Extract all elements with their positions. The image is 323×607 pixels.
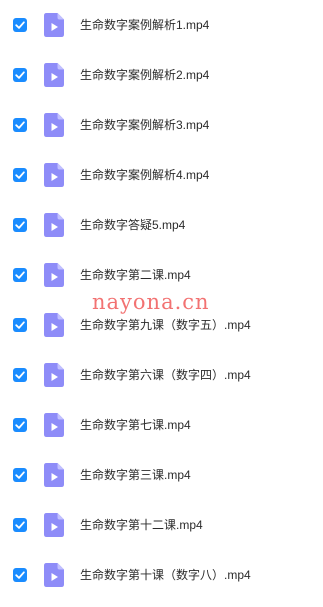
- checkmark-icon: [15, 471, 25, 479]
- checkmark-icon: [15, 221, 25, 229]
- file-row[interactable]: 生命数字案例解析2.mp4: [0, 50, 323, 100]
- file-name[interactable]: 生命数字案例解析4.mp4: [80, 167, 209, 183]
- file-row[interactable]: 生命数字案例解析1.mp4: [0, 0, 323, 50]
- checkmark-icon: [15, 371, 25, 379]
- video-file-icon: [44, 413, 64, 437]
- checkbox[interactable]: [13, 268, 27, 282]
- video-file-icon: [44, 63, 64, 87]
- checkbox[interactable]: [13, 568, 27, 582]
- video-file-icon: [44, 563, 64, 587]
- checkbox[interactable]: [13, 518, 27, 532]
- file-name[interactable]: 生命数字案例解析2.mp4: [80, 67, 209, 83]
- video-file-icon: [44, 213, 64, 237]
- file-row[interactable]: 生命数字案例解析3.mp4: [0, 100, 323, 150]
- file-row[interactable]: 生命数字第三课.mp4: [0, 450, 323, 500]
- checkmark-icon: [15, 271, 25, 279]
- file-row[interactable]: 生命数字第十课（数字八）.mp4: [0, 550, 323, 600]
- checkbox[interactable]: [13, 418, 27, 432]
- checkbox[interactable]: [13, 468, 27, 482]
- file-name[interactable]: 生命数字第二课.mp4: [80, 267, 191, 283]
- file-row[interactable]: 生命数字第六课（数字四）.mp4: [0, 350, 323, 400]
- checkmark-icon: [15, 321, 25, 329]
- file-list: 生命数字案例解析1.mp4 生命数字案例解析2.mp4 生命数字案例解析3.mp…: [0, 0, 323, 607]
- video-file-icon: [44, 163, 64, 187]
- file-row[interactable]: 生命数字案例解析4.mp4: [0, 150, 323, 200]
- file-row[interactable]: 生命数字第七课.mp4: [0, 400, 323, 450]
- checkmark-icon: [15, 421, 25, 429]
- video-file-icon: [44, 463, 64, 487]
- checkmark-icon: [15, 121, 25, 129]
- video-file-icon: [44, 13, 64, 37]
- video-file-icon: [44, 263, 64, 287]
- file-name[interactable]: 生命数字案例解析1.mp4: [80, 17, 209, 33]
- checkbox[interactable]: [13, 18, 27, 32]
- checkbox[interactable]: [13, 368, 27, 382]
- checkbox[interactable]: [13, 68, 27, 82]
- file-row[interactable]: 生命数字答疑5.mp4: [0, 200, 323, 250]
- checkbox[interactable]: [13, 118, 27, 132]
- checkmark-icon: [15, 21, 25, 29]
- checkbox[interactable]: [13, 218, 27, 232]
- file-name[interactable]: 生命数字第六课（数字四）.mp4: [80, 367, 251, 383]
- checkmark-icon: [15, 71, 25, 79]
- file-row[interactable]: 生命数字第十二课.mp4: [0, 500, 323, 550]
- file-name[interactable]: 生命数字第三课.mp4: [80, 467, 191, 483]
- file-name[interactable]: 生命数字第七课.mp4: [80, 417, 191, 433]
- checkbox[interactable]: [13, 168, 27, 182]
- checkmark-icon: [15, 571, 25, 579]
- file-name[interactable]: 生命数字案例解析3.mp4: [80, 117, 209, 133]
- file-name[interactable]: 生命数字第十二课.mp4: [80, 517, 203, 533]
- file-name[interactable]: 生命数字第十课（数字八）.mp4: [80, 567, 251, 583]
- video-file-icon: [44, 363, 64, 387]
- checkmark-icon: [15, 171, 25, 179]
- file-name[interactable]: 生命数字第九课（数字五）.mp4: [80, 317, 251, 333]
- checkmark-icon: [15, 521, 25, 529]
- file-row[interactable]: 生命数字第九课（数字五）.mp4: [0, 300, 323, 350]
- video-file-icon: [44, 113, 64, 137]
- file-name[interactable]: 生命数字答疑5.mp4: [80, 217, 185, 233]
- file-row[interactable]: 生命数字第二课.mp4: [0, 250, 323, 300]
- checkbox[interactable]: [13, 318, 27, 332]
- video-file-icon: [44, 513, 64, 537]
- video-file-icon: [44, 313, 64, 337]
